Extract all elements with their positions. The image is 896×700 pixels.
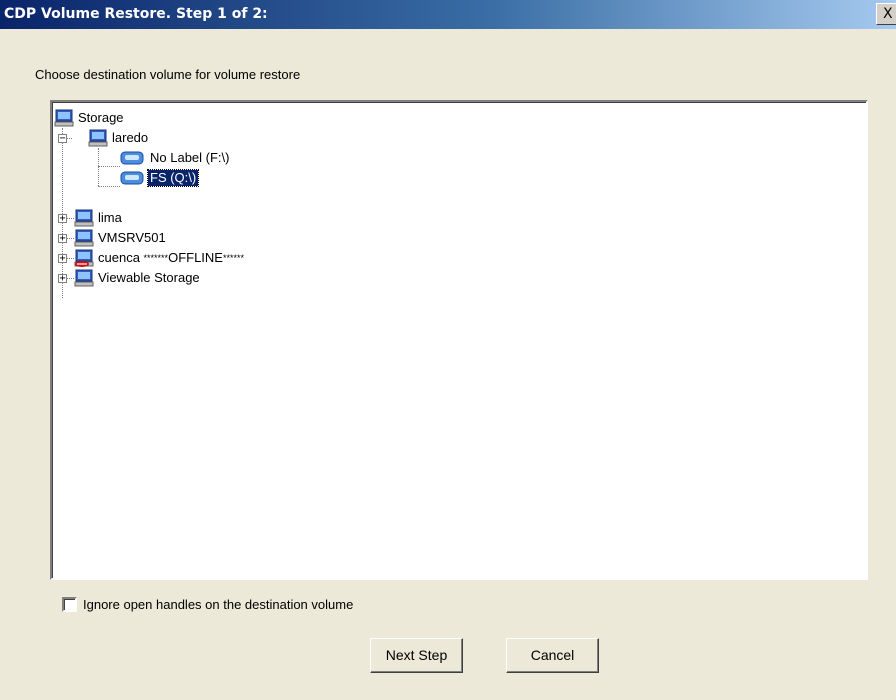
disk-volume-icon [120, 151, 144, 165]
tree-connector [66, 278, 74, 279]
tree-connector [98, 148, 99, 186]
computer-icon [74, 209, 94, 227]
next-step-button[interactable]: Next Step [370, 638, 463, 673]
tree-connector [66, 258, 74, 259]
ignore-open-handles-label[interactable]: Ignore open handles on the destination v… [83, 597, 353, 612]
tree-connector [66, 218, 74, 219]
expand-icon[interactable]: + [58, 254, 67, 264]
computer-icon [88, 129, 108, 147]
tree-connector [66, 238, 74, 239]
instruction-text: Choose destination volume for volume res… [35, 67, 301, 82]
ignore-open-handles-checkbox[interactable] [62, 597, 77, 612]
tree-node-label: VMSRV501 [98, 230, 166, 245]
expand-icon[interactable]: + [58, 274, 67, 284]
window-title: CDP Volume Restore. Step 1 of 2: [4, 6, 268, 22]
offline-stars-before: ******* [143, 253, 169, 263]
storage-tree[interactable]: Storage − laredo No Label (F:\) FS (Q:\)… [50, 100, 868, 580]
host-name: cuenca [98, 250, 144, 265]
computer-offline-icon [74, 249, 94, 267]
tree-node-label-selected: FS (Q:\) [146, 169, 200, 187]
offline-stars-after: ****** [222, 253, 244, 263]
disk-volume-icon [120, 171, 144, 185]
computer-icon [74, 229, 94, 247]
collapse-icon[interactable]: − [58, 134, 67, 144]
storage-root-icon [54, 109, 74, 127]
close-button[interactable]: X [876, 3, 896, 25]
expand-icon[interactable]: + [58, 214, 67, 224]
tree-node-label: lima [98, 210, 122, 225]
expand-icon[interactable]: + [58, 234, 67, 244]
cancel-button[interactable]: Cancel [506, 638, 599, 673]
tree-connector [98, 186, 120, 187]
tree-node-label: laredo [112, 130, 149, 145]
tree-connector [98, 166, 120, 167]
tree-node-label: Storage [78, 110, 124, 125]
tree-node-label: Viewable Storage [98, 270, 200, 285]
computer-icon [74, 269, 94, 287]
title-bar[interactable]: CDP Volume Restore. Step 1 of 2: X [0, 0, 896, 29]
tree-node-label: No Label (F:\) [150, 150, 230, 165]
tree-node-label: cuenca *******OFFLINE****** [96, 250, 246, 266]
offline-status: OFFLINE [168, 250, 223, 265]
